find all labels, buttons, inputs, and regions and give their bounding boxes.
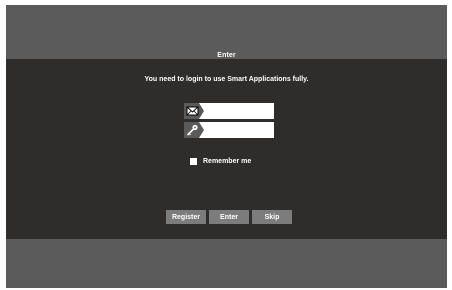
dialog-title: Enter (217, 52, 236, 59)
remember-me-label: Remember me (203, 157, 252, 165)
key-icon (184, 122, 204, 138)
register-button[interactable]: Register (166, 210, 206, 224)
remember-me-checkbox[interactable] (190, 157, 197, 165)
login-panel: You need to login to use Smart Applicati… (6, 59, 447, 239)
email-field[interactable] (184, 103, 274, 119)
login-message: You need to login to use Smart Applicati… (144, 76, 309, 83)
action-buttons: Register Enter Skip (166, 210, 292, 224)
envelope-icon (184, 103, 204, 119)
remember-me-row[interactable]: Remember me (190, 156, 251, 166)
skip-button[interactable]: Skip (252, 210, 292, 224)
title-bar: Enter (6, 5, 447, 59)
login-screen: Enter You need to login to use Smart App… (6, 5, 447, 288)
password-field[interactable] (184, 122, 274, 138)
enter-button[interactable]: Enter (209, 210, 249, 224)
password-input[interactable] (206, 122, 272, 138)
email-input[interactable] (206, 103, 272, 119)
